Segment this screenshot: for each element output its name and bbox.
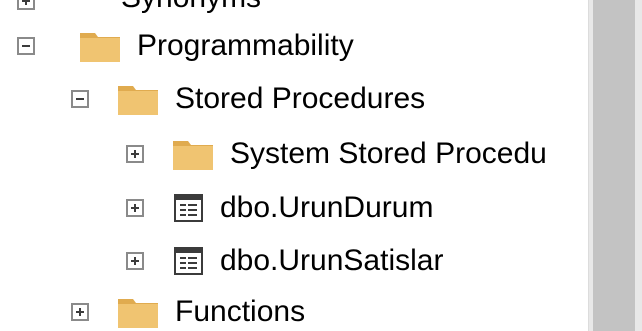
tree-node-label: Programmability [137,29,354,62]
stored-procedure-icon [174,247,203,275]
expand-icon[interactable] [126,199,144,217]
tree-node-stored-procedures[interactable]: Stored Procedures [71,75,425,123]
folder-icon [80,33,120,62]
stored-procedure-icon [174,194,203,222]
tree-node-label: System Stored Procedu [230,137,547,170]
tree-node-label: dbo.UrunDurum [220,191,434,224]
folder-icon [118,299,158,328]
scrollbar-thumb[interactable] [593,0,635,331]
object-explorer: Synonyms Programmability Stored Procedur… [0,0,642,331]
collapse-icon[interactable] [71,90,89,108]
tree-node-programmability[interactable]: Programmability [17,22,354,70]
collapse-icon[interactable] [17,37,35,55]
tree-node-system-stored-procedures[interactable]: System Stored Procedu [126,130,547,178]
vertical-scrollbar[interactable] [588,0,642,331]
tree-node-label: dbo.UrunSatislar [220,244,444,277]
expand-icon[interactable] [71,303,89,321]
folder-icon [118,86,158,115]
expand-icon[interactable] [126,252,144,270]
object-explorer-tree: Synonyms Programmability Stored Procedur… [0,0,588,331]
expand-icon[interactable] [17,0,35,10]
tree-node-label: Synonyms [121,0,261,18]
expand-icon[interactable] [126,145,144,163]
tree-node-functions[interactable]: Functions [71,288,305,331]
tree-node-dbo-urunsatislar[interactable]: dbo.UrunSatislar [126,237,443,285]
tree-node-label: Stored Procedures [175,82,426,115]
tree-node-label: Functions [175,295,306,328]
tree-node-dbo-urundurum[interactable]: dbo.UrunDurum [126,184,433,232]
folder-icon [173,141,213,170]
